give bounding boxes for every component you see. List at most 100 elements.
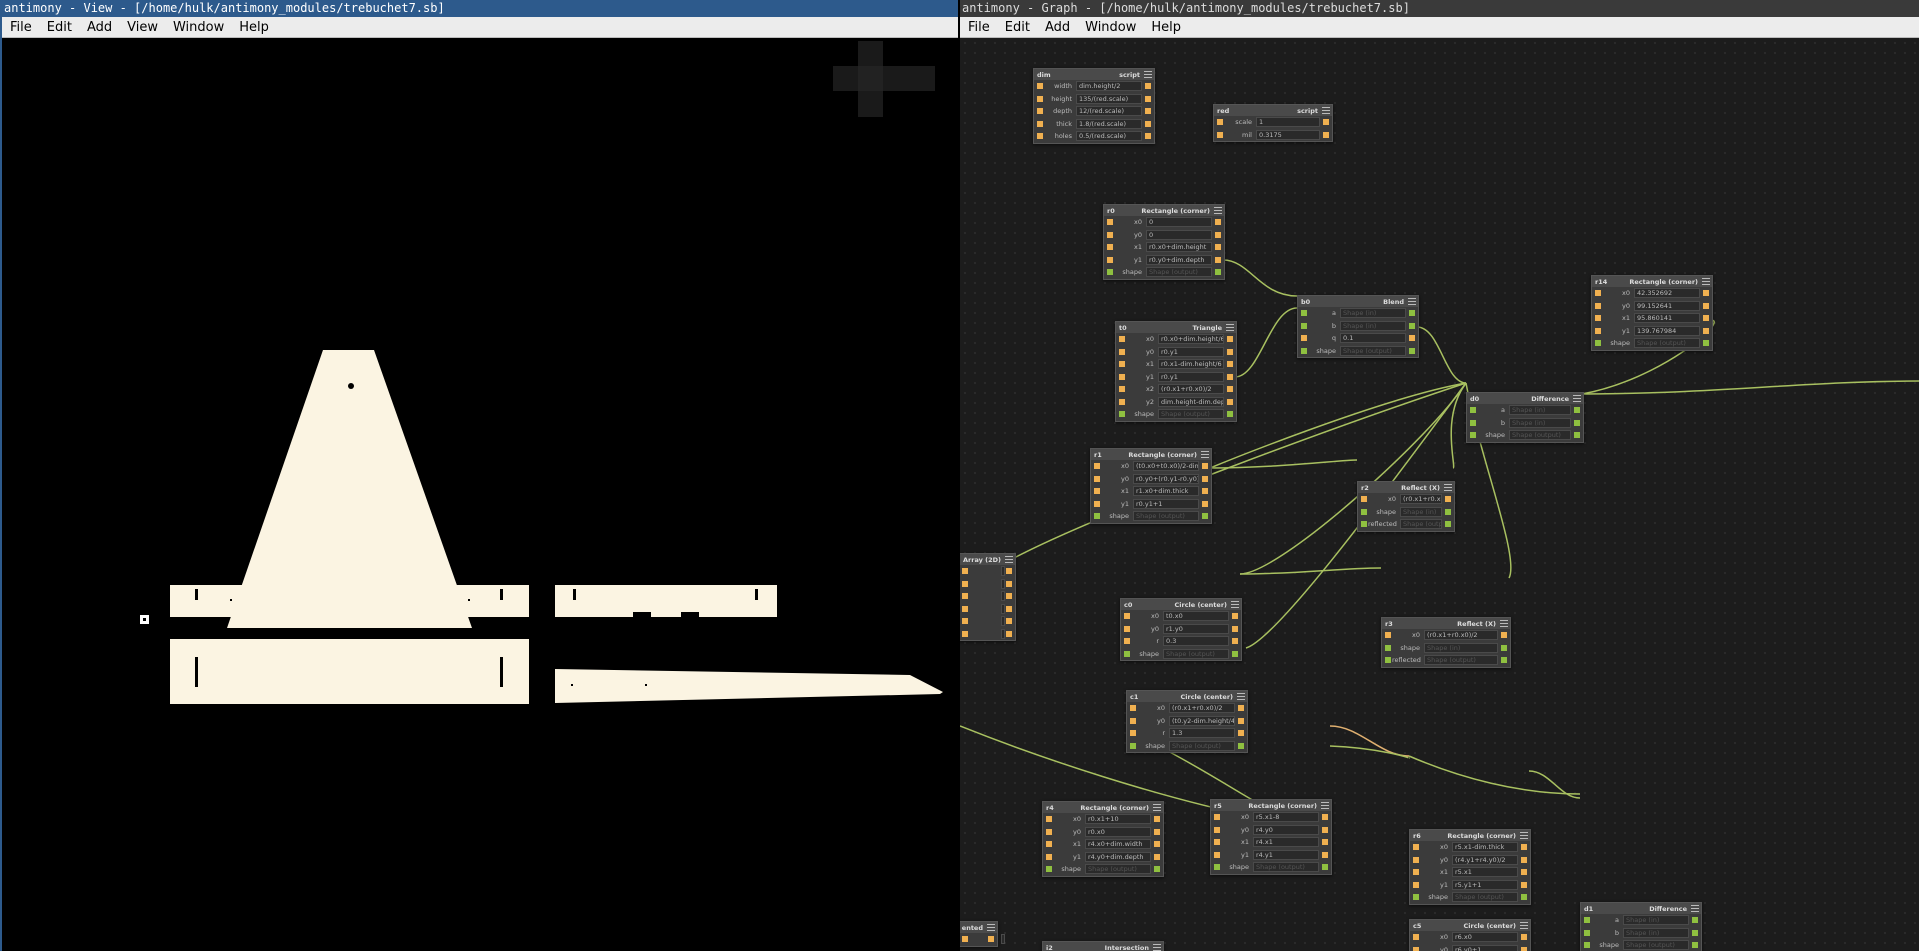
input-port[interactable] xyxy=(1046,828,1052,835)
output-port[interactable] xyxy=(1703,302,1709,309)
row-value-field[interactable]: r0.x1+10 xyxy=(1085,814,1151,824)
input-port[interactable] xyxy=(1107,219,1113,225)
output-port[interactable] xyxy=(1445,508,1451,515)
output-port[interactable] xyxy=(1238,717,1244,724)
output-port[interactable] xyxy=(988,936,994,942)
row-value-field[interactable]: r5.y1+1 xyxy=(1452,879,1518,890)
row-value-field[interactable]: 0.5/(red.scale) xyxy=(1076,131,1142,141)
input-port[interactable] xyxy=(1037,133,1043,139)
input-port[interactable] xyxy=(1385,657,1391,663)
output-port[interactable] xyxy=(1521,934,1527,940)
node-header[interactable]: b0 Blend xyxy=(1298,296,1418,307)
row-value-field[interactable]: r5.x1-dim.thick xyxy=(1452,842,1518,852)
output-port[interactable] xyxy=(1322,814,1328,820)
row-value-field[interactable]: (r0.x1+r0.x0)/2 xyxy=(1424,630,1498,640)
node-c5[interactable]: c5 Circle (center) x0 r6.x0 y0 r6.y0+1 xyxy=(1409,919,1531,951)
input-port[interactable] xyxy=(1413,934,1419,940)
output-port[interactable] xyxy=(1409,310,1415,316)
output-port[interactable] xyxy=(1445,496,1451,502)
input-port[interactable] xyxy=(1130,742,1136,749)
row-value-field[interactable]: 42.352692 xyxy=(1634,288,1700,298)
output-port[interactable] xyxy=(1501,632,1507,638)
output-port[interactable] xyxy=(1215,244,1221,250)
input-port[interactable] xyxy=(962,936,968,942)
output-port[interactable] xyxy=(1521,856,1527,863)
input-port[interactable] xyxy=(1119,411,1125,417)
input-port[interactable] xyxy=(1130,705,1136,711)
input-port[interactable] xyxy=(1046,853,1052,860)
row-value-field[interactable]: x0/2 xyxy=(1001,934,1005,944)
connection-wire[interactable] xyxy=(1239,382,1467,575)
input-port[interactable] xyxy=(1584,942,1590,948)
row-value-field[interactable]: r6.x0 xyxy=(1452,932,1518,942)
output-port[interactable] xyxy=(1232,638,1238,644)
node-header[interactable]: t0 Triangle xyxy=(1116,322,1236,333)
input-port[interactable] xyxy=(1470,419,1476,426)
input-port[interactable] xyxy=(1094,500,1100,507)
input-port[interactable] xyxy=(1046,841,1052,847)
output-port[interactable] xyxy=(1202,488,1208,494)
output-port[interactable] xyxy=(1521,844,1527,850)
row-value-field[interactable]: 12/(red.scale) xyxy=(1076,106,1142,116)
menu-view[interactable]: View xyxy=(119,20,165,35)
input-port[interactable] xyxy=(1385,644,1391,651)
row-value-field[interactable]: 1.3 xyxy=(1169,728,1235,738)
connection-wire[interactable] xyxy=(1408,755,1581,795)
input-port[interactable] xyxy=(1301,322,1307,329)
connection-wire[interactable] xyxy=(1013,382,1467,559)
row-value-field[interactable]: (t0.y2-dim.height/4+r1.y xyxy=(1169,715,1235,726)
output-port[interactable] xyxy=(1232,613,1238,619)
node-header[interactable]: ented xyxy=(960,922,997,933)
input-port[interactable] xyxy=(1107,244,1113,250)
output-port[interactable] xyxy=(1202,475,1208,482)
input-port[interactable] xyxy=(962,568,968,574)
node-header[interactable]: r5 Rectangle (corner) xyxy=(1211,800,1331,811)
node-menu-icon[interactable] xyxy=(1153,804,1161,811)
node-menu-icon[interactable] xyxy=(1153,944,1161,951)
row-value-field[interactable]: Shape (output) xyxy=(1400,519,1442,529)
row-value-field[interactable]: r4.x0+dim.width xyxy=(1085,839,1151,849)
node-menu-icon[interactable] xyxy=(1520,922,1528,929)
row-value-field[interactable]: Shape (in) xyxy=(1400,506,1442,517)
node-menu-icon[interactable] xyxy=(1691,905,1699,912)
input-port[interactable] xyxy=(1361,496,1367,502)
output-port[interactable] xyxy=(1322,864,1328,870)
arm-part-upper[interactable] xyxy=(555,585,777,617)
node-menu-icon[interactable] xyxy=(1520,832,1528,839)
input-port[interactable] xyxy=(1119,336,1125,342)
input-port[interactable] xyxy=(1214,826,1220,833)
output-port[interactable] xyxy=(1215,231,1221,238)
output-port[interactable] xyxy=(1692,929,1698,936)
node-b0[interactable]: b0 Blend a Shape (in) b Shape (in) q 0.1 shape Sh… xyxy=(1297,295,1419,358)
output-port[interactable] xyxy=(1574,419,1580,426)
input-port[interactable] xyxy=(1119,348,1125,355)
node-r1[interactable]: r1 Rectangle (corner) x0 (t0.x0+t0.x0)/2-di… xyxy=(1090,448,1212,524)
output-port[interactable] xyxy=(1501,657,1507,663)
row-value-field[interactable]: 0.3175 xyxy=(1256,129,1320,140)
input-port[interactable] xyxy=(962,618,968,624)
output-port[interactable] xyxy=(1323,119,1329,125)
node-header[interactable]: r4 Rectangle (corner) xyxy=(1043,802,1163,813)
row-value-field[interactable]: Shape (in) xyxy=(1340,308,1406,318)
row-value-field[interactable]: 1 xyxy=(1256,117,1320,127)
row-value-field[interactable]: Shape (output) xyxy=(1623,940,1689,950)
output-port[interactable] xyxy=(1215,269,1221,275)
row-value-field[interactable]: r4.y1 xyxy=(1253,849,1319,860)
node-menu-icon[interactable] xyxy=(1321,802,1329,809)
node-header[interactable]: r0 Rectangle (corner) xyxy=(1104,205,1224,216)
3d-viewport[interactable] xyxy=(2,38,958,951)
input-port[interactable] xyxy=(1361,521,1367,527)
node-header[interactable]: red script xyxy=(1214,105,1332,116)
input-port[interactable] xyxy=(1470,407,1476,413)
output-port[interactable] xyxy=(1145,108,1151,114)
row-value-field[interactable]: 0.3 xyxy=(1163,636,1229,646)
node-menu-icon[interactable] xyxy=(1214,207,1222,214)
output-port[interactable] xyxy=(1006,593,1012,599)
row-value-field[interactable]: 139.767984 xyxy=(1634,325,1700,336)
input-port[interactable] xyxy=(1107,269,1113,275)
output-port[interactable] xyxy=(1145,95,1151,102)
input-port[interactable] xyxy=(1037,95,1043,102)
menu-edit[interactable]: Edit xyxy=(997,20,1037,35)
row-value-field[interactable]: r0.y1+1 xyxy=(1133,498,1199,509)
row-value-field[interactable]: 1.8/(red.scale) xyxy=(1076,118,1142,129)
